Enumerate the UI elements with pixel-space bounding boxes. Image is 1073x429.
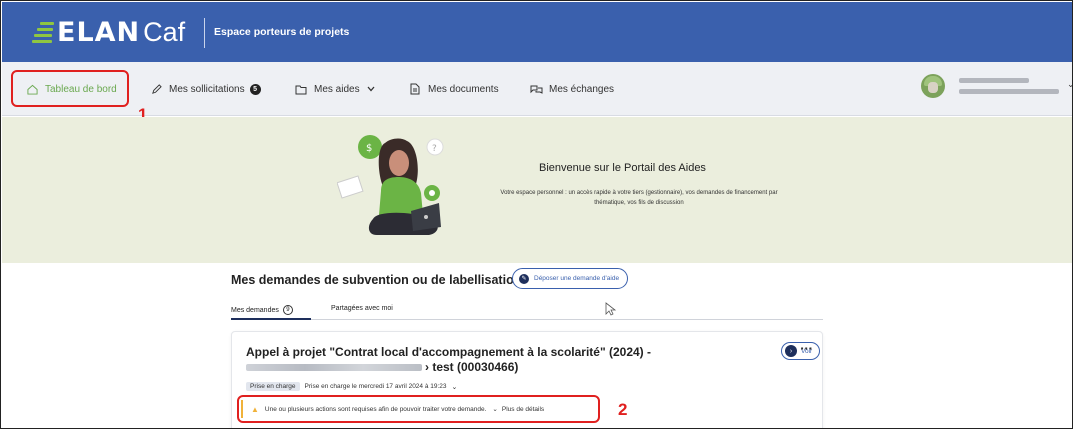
user-name-redacted xyxy=(959,78,1029,83)
sollicitations-count-badge: 5 xyxy=(249,83,261,95)
nav-item-mes-documents[interactable]: Mes documents xyxy=(408,81,499,97)
status-row: Prise en charge Prise en charge le mercr… xyxy=(246,382,457,391)
chevron-right-icon: › xyxy=(785,345,797,357)
nav-item-mes-sollicitations[interactable]: Mes sollicitations 5 xyxy=(149,81,261,97)
logo-text-light: Caf xyxy=(143,16,186,47)
annotation-marker-2: 2 xyxy=(618,400,628,419)
app-header: ELAN Caf Espace porteurs de projets xyxy=(2,2,1072,62)
nav-item-mes-echanges[interactable]: Mes échanges xyxy=(529,81,614,97)
hero-title: Bienvenue sur le Portail des Aides xyxy=(539,162,706,174)
folder-icon xyxy=(294,82,308,96)
user-menu[interactable]: ⌄ xyxy=(921,72,1072,104)
tab-label: Partagées avec moi xyxy=(331,305,393,312)
welcome-illustration-icon: $ ? xyxy=(337,135,444,235)
request-title-line1: Appel à projet "Contrat local d'accompag… xyxy=(246,345,652,359)
chevron-down-icon[interactable]: ⌄ xyxy=(452,383,458,391)
deposit-request-button[interactable]: ✎ Déposer une demande d'aide xyxy=(512,268,629,289)
tab-label: Mes demandes xyxy=(231,306,279,314)
redacted-applicant-name xyxy=(246,364,422,372)
chat-icon xyxy=(529,82,543,96)
user-org-redacted xyxy=(959,89,1059,94)
tab-partagees-avec-moi[interactable]: Partagées avec moi xyxy=(331,305,393,312)
svg-text:?: ? xyxy=(432,144,437,154)
header-separator xyxy=(204,18,205,48)
main-nav: Tableau de bord Mes sollicitations 5 Mes… xyxy=(2,62,1072,116)
nav-item-label: Mes échanges xyxy=(549,83,615,95)
page-frame: ELAN Caf Espace porteurs de projets Tabl… xyxy=(0,0,1073,429)
pencil-icon xyxy=(149,82,163,96)
deposit-button-label: Déposer une demande d'aide xyxy=(534,275,620,282)
nav-item-label: Mes aides xyxy=(314,83,360,95)
annotation-box-1 xyxy=(11,70,129,107)
page-title: Mes demandes de subvention ou de labelli… xyxy=(231,273,522,287)
header-subtitle: Espace porteurs de projets xyxy=(214,26,350,38)
mouse-cursor-icon xyxy=(605,302,617,316)
annotation-box-2 xyxy=(237,395,600,423)
more-options-button[interactable]: ··· xyxy=(800,342,813,355)
status-badge: Prise en charge xyxy=(246,382,300,391)
welcome-banner: $ ? Bienvenue sur le Portail des Aides V… xyxy=(2,117,1072,263)
logo-stripes-icon xyxy=(32,21,54,43)
status-text: Prise en charge le mercredi 17 avril 202… xyxy=(304,383,447,390)
tab-mes-demandes[interactable]: Mes demandes 9 xyxy=(231,305,293,315)
elan-caf-logo[interactable]: ELAN Caf xyxy=(32,14,185,50)
svg-text:$: $ xyxy=(366,143,372,154)
pencil-icon: ✎ xyxy=(519,273,529,284)
request-title-line2: › test (00030466) xyxy=(425,360,519,374)
request-title[interactable]: Appel à projet "Contrat local d'accompag… xyxy=(246,345,716,375)
active-tab-indicator xyxy=(231,318,311,320)
tab-count-badge: 9 xyxy=(282,305,293,315)
nav-item-label: Mes sollicitations xyxy=(169,83,245,95)
requests-tabs: Mes demandes 9 Partagées avec moi xyxy=(231,303,823,320)
nav-item-label: Mes documents xyxy=(428,83,499,95)
logo-text-bold: ELAN xyxy=(57,16,141,48)
avatar xyxy=(921,74,945,98)
document-icon xyxy=(408,82,422,96)
chevron-down-icon xyxy=(364,82,378,96)
nav-item-mes-aides[interactable]: Mes aides xyxy=(294,81,378,97)
hero-description: Votre espace personnel : un accès rapide… xyxy=(500,190,778,206)
chevron-down-icon: ⌄ xyxy=(1067,80,1072,90)
